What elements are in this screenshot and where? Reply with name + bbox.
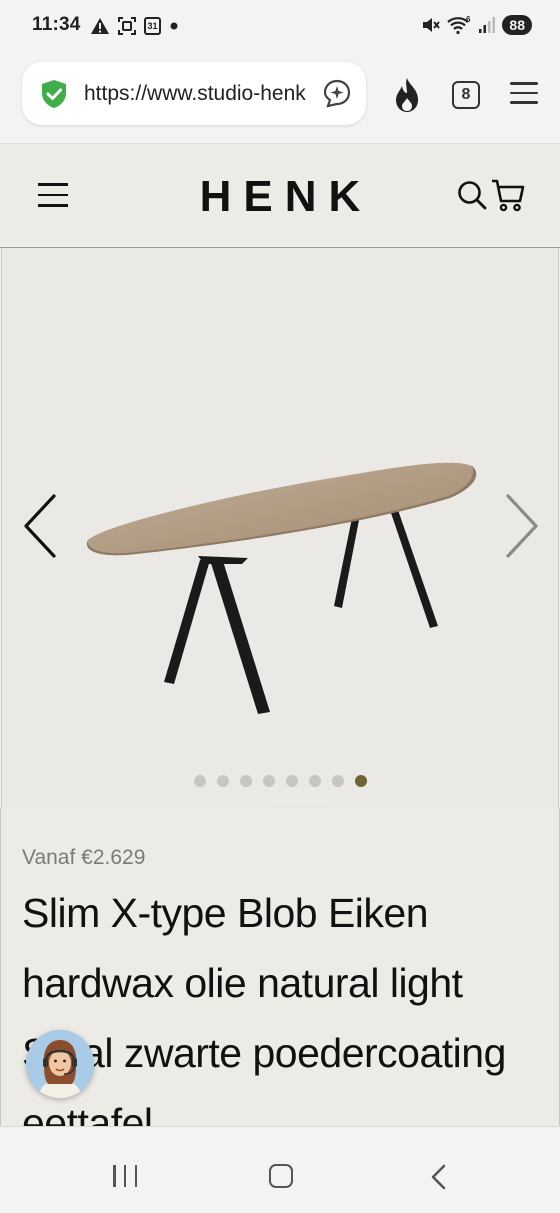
support-agent-icon bbox=[26, 1030, 94, 1098]
product-title: Slim X-type Blob Eiken hardwax olie natu… bbox=[22, 890, 506, 1126]
url-text[interactable]: https://www.studio-henk.nl bbox=[84, 82, 306, 108]
fire-icon[interactable] bbox=[390, 76, 424, 114]
address-bar[interactable]: https://www.studio-henk.nl bbox=[22, 62, 366, 125]
support-chat-avatar[interactable] bbox=[26, 1030, 94, 1098]
product-image bbox=[86, 462, 477, 714]
status-time: 11:34 bbox=[32, 14, 81, 35]
browser-toolbar: https://www.studio-henk.nl 8 bbox=[0, 52, 560, 144]
recent-apps-button[interactable] bbox=[113, 1165, 137, 1187]
home-button[interactable] bbox=[269, 1164, 293, 1188]
calendar-icon: 31 bbox=[144, 17, 161, 35]
gallery-dot-active[interactable] bbox=[354, 775, 367, 787]
mute-icon bbox=[423, 18, 441, 32]
notification-dot-icon bbox=[170, 22, 178, 30]
gallery-dot[interactable] bbox=[262, 775, 275, 787]
gallery-dot[interactable] bbox=[193, 775, 206, 787]
chevron-left-icon[interactable] bbox=[16, 490, 64, 562]
cart-icon[interactable] bbox=[490, 177, 526, 213]
gallery-dot[interactable] bbox=[331, 775, 344, 787]
site-header: HENK bbox=[0, 144, 560, 248]
product-price: Vanaf €2.629 bbox=[22, 846, 146, 869]
gallery-pagination bbox=[2, 775, 558, 787]
browser-menu-button[interactable] bbox=[510, 82, 538, 106]
status-bar: 11:34 31 6 88 bbox=[0, 0, 560, 52]
svg-text:6: 6 bbox=[466, 15, 471, 24]
back-icon[interactable] bbox=[428, 1163, 448, 1191]
chevron-right-icon[interactable] bbox=[498, 490, 546, 562]
gallery-dot[interactable] bbox=[239, 775, 252, 787]
signal-icon bbox=[479, 17, 496, 33]
battery-indicator: 88 bbox=[502, 15, 532, 35]
gallery-dot[interactable] bbox=[285, 775, 298, 787]
gallery-dot[interactable] bbox=[216, 775, 229, 787]
product-gallery[interactable] bbox=[1, 248, 559, 808]
wifi-icon: 6 bbox=[447, 15, 471, 35]
assistant-sparkle-icon[interactable] bbox=[322, 78, 352, 108]
search-icon[interactable] bbox=[456, 179, 488, 211]
warning-icon bbox=[91, 18, 109, 34]
gallery-dot[interactable] bbox=[308, 775, 321, 787]
tab-switcher-button[interactable]: 8 bbox=[452, 81, 480, 109]
secure-shield-icon[interactable] bbox=[38, 78, 70, 110]
screenshot-icon bbox=[118, 17, 136, 35]
system-navigation-bar bbox=[0, 1126, 560, 1213]
